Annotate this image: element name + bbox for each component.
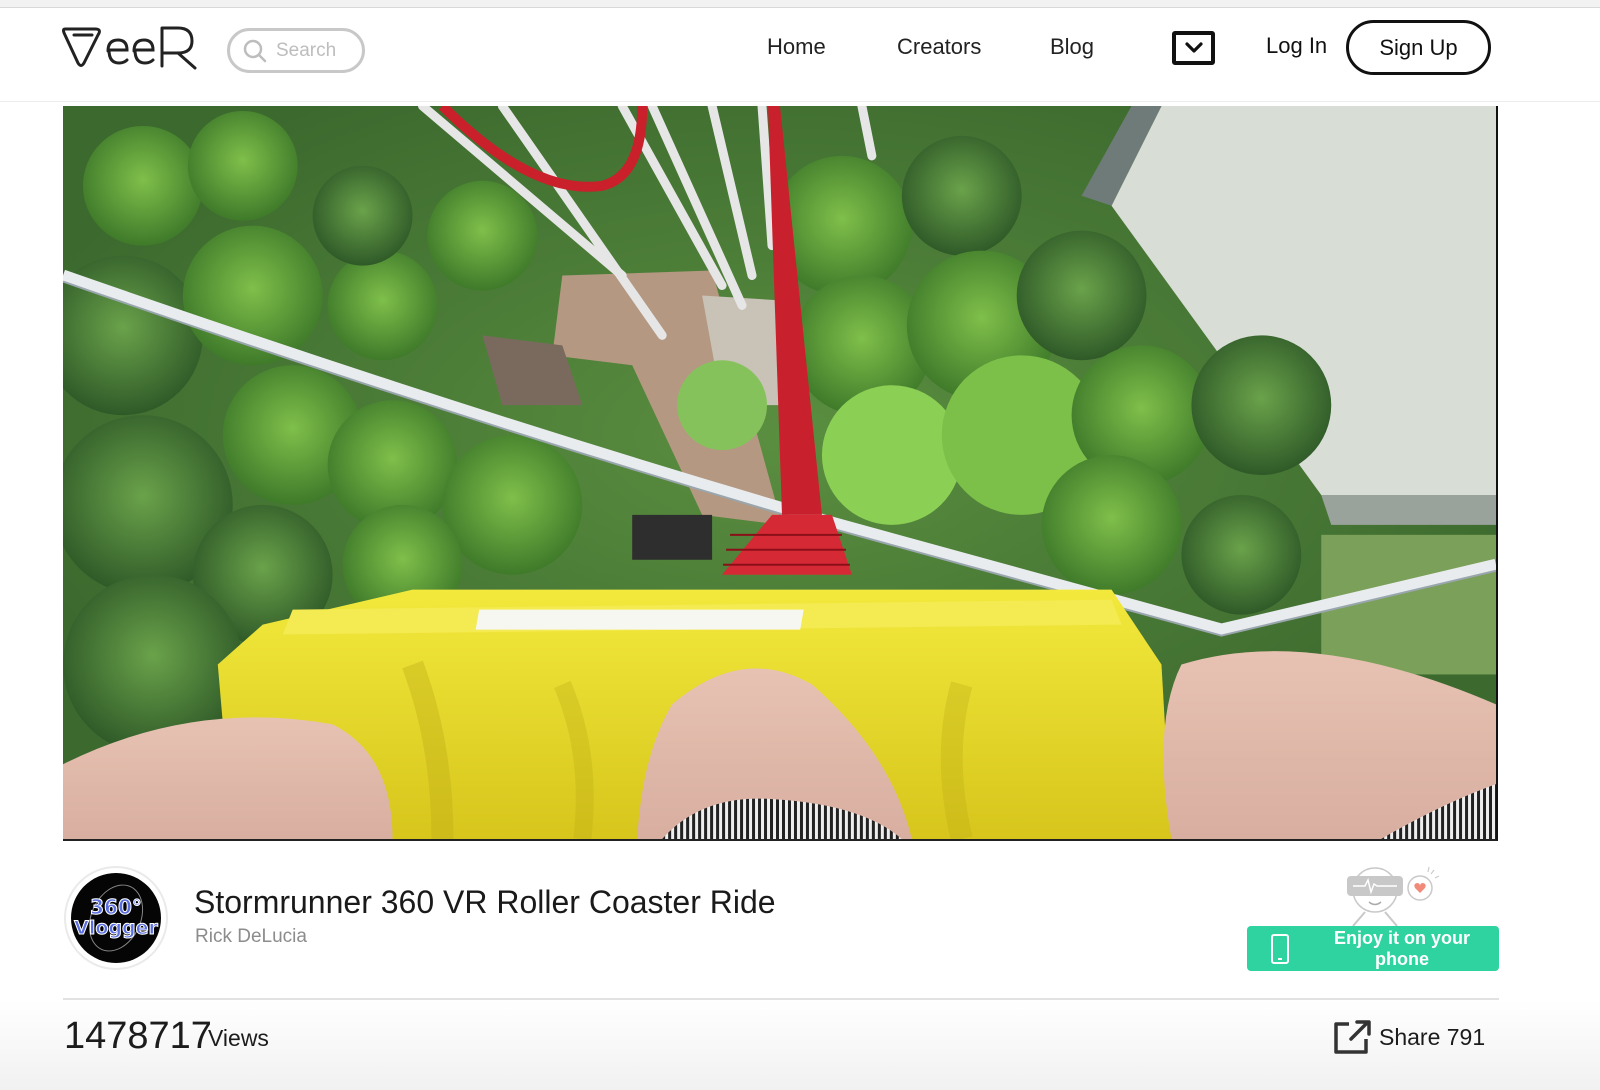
nav-creators[interactable]: Creators: [897, 34, 981, 60]
search-box[interactable]: [227, 28, 365, 73]
car-sign: [475, 609, 804, 630]
nav-blog[interactable]: Blog: [1050, 34, 1094, 60]
browser-top-strip: [0, 0, 1600, 8]
share-external-icon: [1334, 1020, 1371, 1054]
search-icon: [243, 39, 267, 62]
top-navbar: Home Creators Blog Log In Sign Up: [0, 9, 1600, 102]
video-player[interactable]: [63, 106, 1498, 841]
section-divider: [63, 998, 1499, 1000]
smartphone-icon: [1271, 933, 1289, 964]
enjoy-on-phone-button[interactable]: Enjoy it on your phone: [1247, 926, 1499, 971]
views-label: Views: [208, 1025, 269, 1051]
nav-home[interactable]: Home: [767, 34, 826, 60]
enjoy-on-phone-label: Enjoy it on your phone: [1333, 927, 1470, 969]
veer-logo[interactable]: [62, 23, 202, 73]
video-frame: [63, 106, 1496, 839]
chevron-down-icon: [1184, 42, 1203, 53]
search-input[interactable]: [276, 39, 356, 62]
views-count: 1478717: [64, 1015, 212, 1057]
avatar-image: 360° Vlogger: [71, 873, 161, 963]
login-link[interactable]: Log In: [1266, 33, 1327, 59]
share-button[interactable]: Share 791: [1333, 1019, 1485, 1055]
creator-name-link[interactable]: Rick DeLucia: [195, 926, 307, 948]
share-label: Share 791: [1379, 1023, 1486, 1050]
dropdown-menu-button[interactable]: [1172, 31, 1215, 65]
creator-avatar[interactable]: 360° Vlogger: [64, 866, 168, 970]
avatar-text-360: 360°: [90, 895, 143, 919]
signup-button[interactable]: Sign Up: [1346, 20, 1491, 75]
video-title: Stormrunner 360 VR Roller Coaster Ride: [194, 884, 776, 920]
veer-logo-icon: [62, 26, 197, 70]
avatar-text-vlogger: Vlogger: [74, 917, 159, 940]
